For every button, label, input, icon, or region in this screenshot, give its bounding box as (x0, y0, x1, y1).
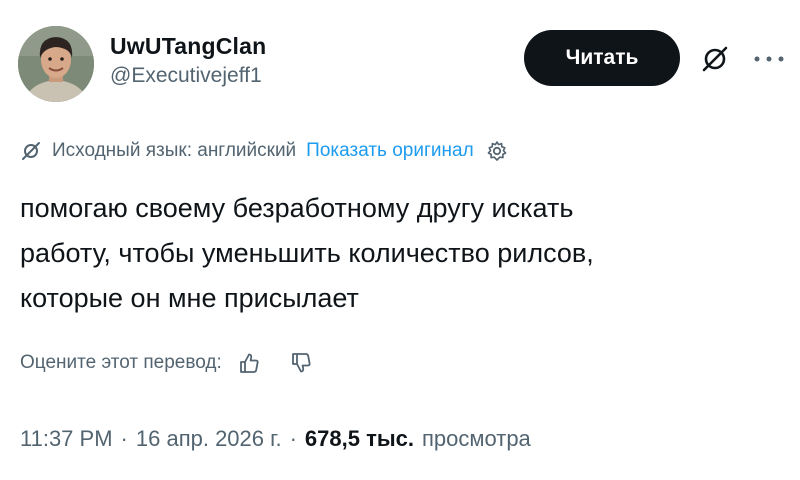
thumb-up-icon[interactable] (238, 352, 260, 374)
grok-icon[interactable] (698, 42, 732, 76)
meta-separator: · (120, 426, 128, 451)
views-count: 678,5 тыс. (304, 426, 414, 451)
views-label: просмотра (421, 426, 531, 451)
tweet-time[interactable]: 11:37 PM (20, 426, 113, 452)
meta-separator: · (289, 426, 297, 451)
source-language-text: Исходный язык: английский (52, 140, 297, 161)
show-original-link[interactable]: Показать оригинал (306, 140, 473, 162)
translation-notice: Исходный язык: английский Показать ориги… (20, 140, 508, 162)
tweet-date[interactable]: 16 апр. 2026 г. (136, 426, 282, 452)
tweet-text: помогаю своему безработному другу искать… (20, 193, 594, 313)
author-handle[interactable]: @Executivejeff1 (110, 62, 266, 90)
rate-translation: Оцените этот перевод: (20, 352, 312, 374)
thumb-down-icon[interactable] (290, 352, 312, 374)
tweet-meta: 11:37 PM · 16 апр. 2026 г. · 678,5 тыс. … (20, 426, 531, 452)
author-info: UwUTangClan @Executivejeff1 (110, 32, 266, 90)
rate-translation-label: Оцените этот перевод: (20, 352, 222, 373)
avatar[interactable] (18, 26, 94, 102)
author-display-name[interactable]: UwUTangClan (110, 32, 266, 60)
more-icon[interactable] (752, 52, 786, 64)
profile-photo-icon (18, 26, 94, 102)
gear-icon[interactable] (486, 140, 508, 162)
tweet-page: UwUTangClan @Executivejeff1 Читать Исход… (0, 0, 800, 480)
grok-icon (20, 140, 42, 162)
follow-button[interactable]: Читать (524, 30, 680, 86)
